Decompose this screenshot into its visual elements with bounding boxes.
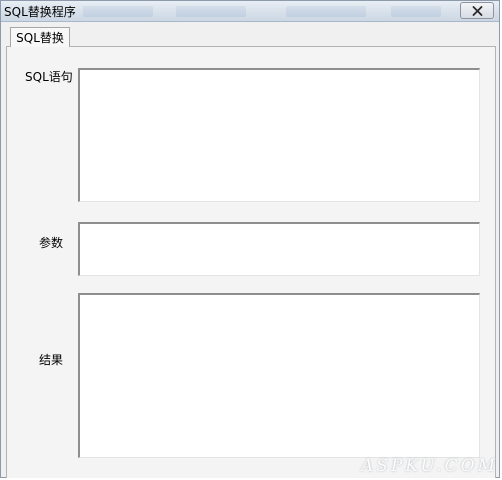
background-taskbar-blur [176,6,246,17]
window-title: SQL替换程序 [4,5,76,19]
tab-sql-replace[interactable]: SQL替换 [10,27,70,47]
app-window: SQL替换程序 SQL替换 SQL语句 参数 结果 [0,0,500,478]
background-taskbar-blur [286,6,366,17]
params-label: 参数 [39,236,64,250]
background-taskbar-blur [391,6,441,17]
close-button[interactable] [460,2,494,19]
result-field[interactable] [78,293,480,458]
tab-label: SQL替换 [16,31,64,45]
background-taskbar-blur [83,6,153,17]
watermark: ASPKU.COM [361,456,498,476]
close-icon [472,5,482,16]
sql-statement-field[interactable] [78,68,480,202]
sql-statement-label: SQL语句 [25,70,73,84]
params-field[interactable] [78,222,480,276]
result-label: 结果 [39,353,64,367]
title-bar[interactable]: SQL替换程序 [1,1,499,22]
